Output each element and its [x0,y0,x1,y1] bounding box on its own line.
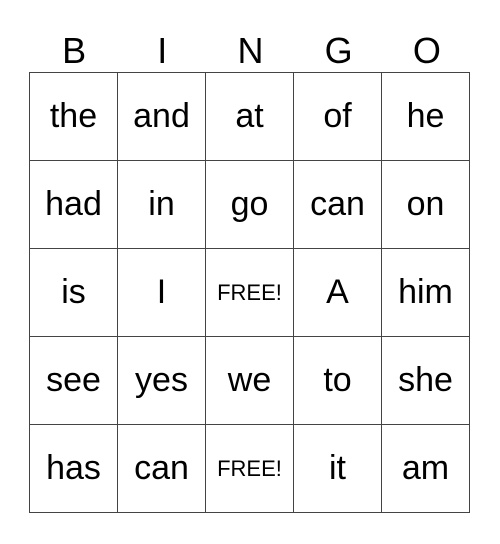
bingo-grid: the and at of he had in go can on is I FREE! Ahim see y… [29,72,470,513]
bingo-cell[interactable]: can [117,424,206,513]
bingo-cell[interactable]: can [293,160,382,249]
bingo-cell[interactable]: is [29,248,118,337]
bingo-cell[interactable]: the [29,72,118,161]
header-letter-i: I [157,30,168,71]
bingo-cell[interactable]: to [293,336,382,425]
free-space-cell[interactable]: FREE! [205,248,294,337]
bingo-row: see yes we to she [29,336,470,425]
header-letter-b: B [62,30,87,71]
header-letter-g: G [324,30,353,71]
bingo-row: the and at of he [29,72,470,161]
bingo-cell[interactable]: and [117,72,206,161]
bingo-row: has can FREE! it am [29,424,470,513]
bingo-cell[interactable]: in [117,160,206,249]
bingo-cell[interactable]: has [29,424,118,513]
bingo-cell[interactable]: A [293,248,382,337]
bingo-cell[interactable]: am [381,424,470,513]
bingo-cell[interactable]: he [381,72,470,161]
bingo-cell[interactable]: him [381,248,470,337]
header-letter-n: N [237,30,264,71]
bingo-cell[interactable]: see [29,336,118,425]
free-space-cell[interactable]: FREE! [205,424,294,513]
bingo-cell[interactable]: she [381,336,470,425]
bingo-cell[interactable]: at [205,72,294,161]
bingo-cell[interactable]: go [205,160,294,249]
bingo-cell[interactable]: had [29,160,118,249]
header-letter-o: O [412,30,441,71]
bingo-row: is I FREE! Ahim [29,248,470,337]
bingo-header: B I N G O [30,30,471,72]
bingo-cell[interactable]: we [205,336,294,425]
bingo-cell[interactable]: it [293,424,382,513]
bingo-row: had in go can on [29,160,470,249]
bingo-cell[interactable]: I [117,248,206,337]
bingo-cell[interactable]: yes [117,336,206,425]
bingo-cell[interactable]: of [293,72,382,161]
bingo-cell[interactable]: on [381,160,470,249]
